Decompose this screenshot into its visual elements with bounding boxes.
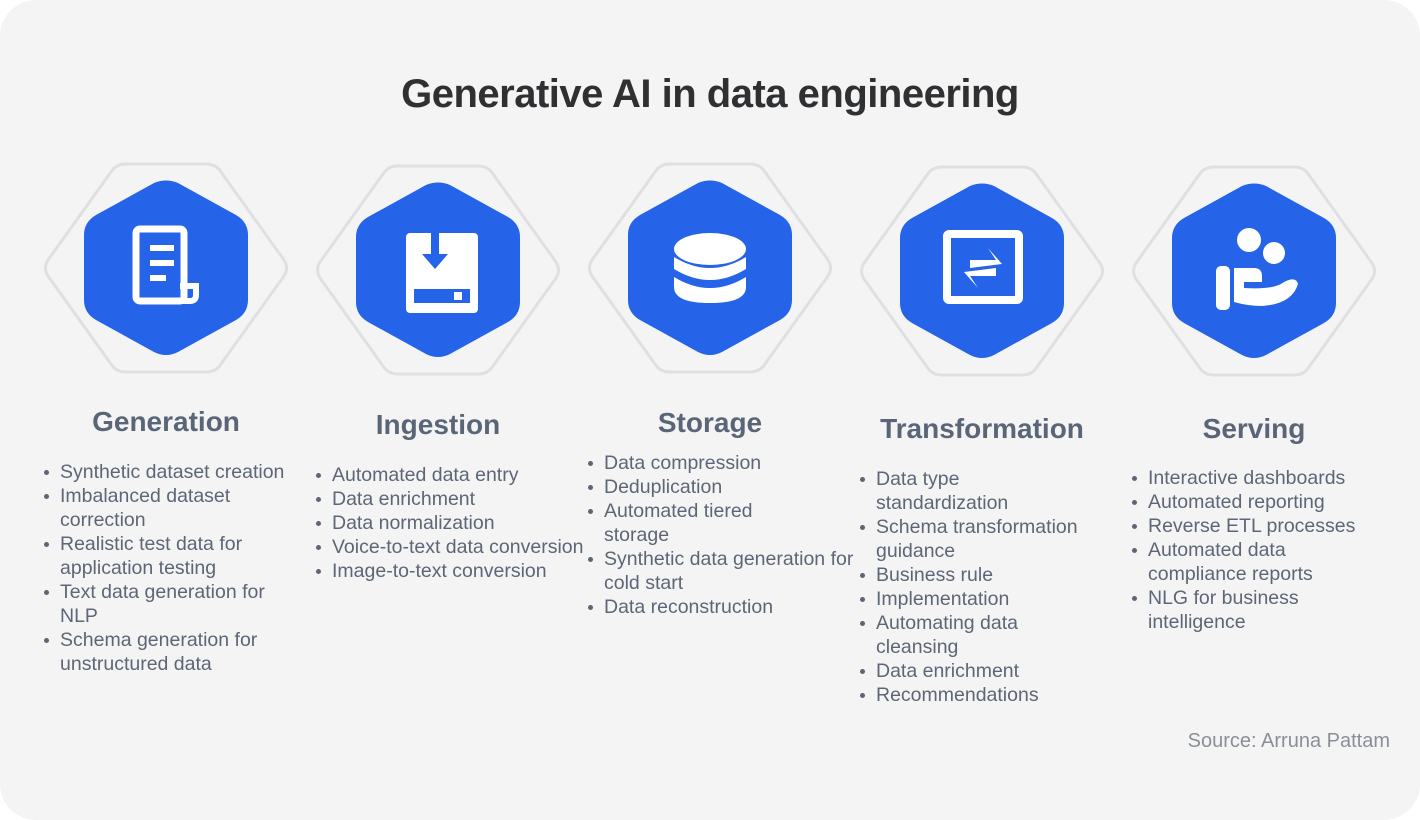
list-item: Data enrichment xyxy=(316,487,597,511)
download-inbox-icon xyxy=(406,233,478,313)
list-item: Data compression xyxy=(588,451,869,475)
list-item: Automating data cleansing xyxy=(860,611,1046,659)
stage-title: Generation xyxy=(92,406,240,437)
list-item: Data enrichment xyxy=(860,659,1126,683)
hex-badge xyxy=(574,150,846,380)
stage-title: Transformation xyxy=(880,413,1084,444)
database-icon xyxy=(674,233,746,303)
list-item: Reverse ETL processes xyxy=(1132,514,1398,538)
list-item: Realistic test data for application test… xyxy=(44,532,300,580)
infographic-card: Generative AI in data engineering Genera… xyxy=(0,0,1420,820)
hex-badge xyxy=(30,150,302,380)
list-item: Synthetic data generation for cold start xyxy=(588,547,869,595)
list-item: Schema transformation guidance xyxy=(860,515,1101,563)
ingestion-list: Automated data entry Data enrichment Dat… xyxy=(310,463,597,583)
hex-badge xyxy=(846,153,1118,383)
list-item: Data normalization xyxy=(316,511,597,535)
generation-list: Synthetic dataset creation Imbalanced da… xyxy=(38,460,300,676)
list-item: Automated data compliance reports xyxy=(1132,538,1348,586)
list-item: Schema generation for unstructured data xyxy=(44,628,300,676)
list-item: Data type standardization xyxy=(860,467,1036,515)
list-item: Interactive dashboards xyxy=(1132,466,1398,490)
hex-badge xyxy=(302,152,574,382)
source-credit: Source: Arruna Pattam xyxy=(1187,730,1390,752)
storage-list: Data compression Deduplication Automated… xyxy=(582,451,869,619)
hex-badge xyxy=(1118,153,1390,383)
list-item: Text data generation for NLP xyxy=(44,580,300,628)
document-icon xyxy=(132,225,199,305)
list-item: Data reconstruction xyxy=(588,595,869,619)
page-title: Generative AI in data engineering xyxy=(401,72,1019,116)
stage-title: Storage xyxy=(657,407,763,438)
stage-title: Serving xyxy=(1202,413,1306,444)
list-item: Image-to-text conversion xyxy=(316,559,597,583)
stage-title: Ingestion xyxy=(375,409,501,440)
transformation-list: Data type standardization Schema transfo… xyxy=(854,467,1126,707)
list-item: Implementation xyxy=(860,587,1126,611)
list-item: Synthetic dataset creation xyxy=(44,460,300,484)
list-item: Recommendations xyxy=(860,683,1126,707)
list-item: Automated data entry xyxy=(316,463,597,487)
list-item: Voice-to-text data conversion xyxy=(316,535,597,559)
transform-arrows-icon xyxy=(943,230,1023,304)
list-item: Imbalanced dataset correction xyxy=(44,484,300,532)
serving-hand-people-icon xyxy=(1216,228,1298,310)
serving-list: Interactive dashboards Automated reporti… xyxy=(1126,466,1398,634)
list-item: NLG for business intelligence xyxy=(1132,586,1318,634)
list-item: Automated tiered storage xyxy=(588,499,774,547)
list-item: Deduplication xyxy=(588,475,869,499)
list-item: Business rule xyxy=(860,563,1126,587)
list-item: Automated reporting xyxy=(1132,490,1398,514)
